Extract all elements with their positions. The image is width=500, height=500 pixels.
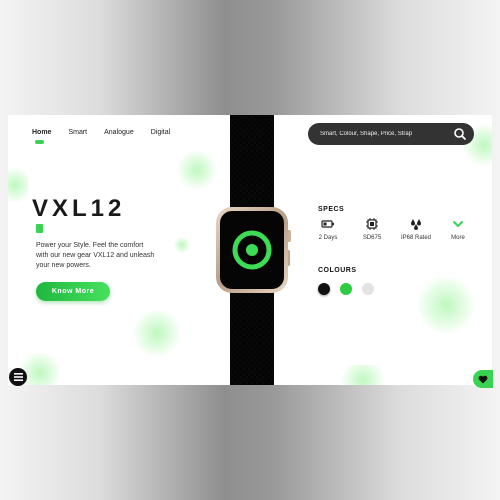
favorite-button[interactable] — [473, 370, 493, 388]
spec-water: IP68 Rated — [398, 217, 434, 241]
colour-swatch-green[interactable] — [340, 283, 352, 295]
background-top — [0, 0, 500, 115]
decorative-blob — [178, 151, 216, 189]
activity-ring-icon — [232, 230, 272, 270]
spec-chip: SD675 — [354, 217, 390, 241]
nav-item-analogue[interactable]: Analogue — [104, 129, 134, 136]
search-bar — [308, 123, 474, 145]
spec-label: IP68 Rated — [400, 235, 432, 241]
menu-icon — [13, 373, 23, 381]
specs-heading: SPECS — [318, 206, 345, 213]
nav-item-home[interactable]: Home — [32, 129, 51, 144]
product-description: Power your Style. Feel the comfort with … — [36, 242, 155, 269]
spec-label: 2 Days — [318, 235, 338, 241]
spec-label[interactable]: More — [440, 235, 476, 241]
search-icon[interactable] — [452, 126, 468, 142]
decorative-blob — [134, 310, 180, 356]
colours-heading: COLOURS — [318, 267, 357, 274]
decorative-blob — [8, 165, 28, 205]
know-more-button[interactable]: Know More — [36, 282, 110, 301]
battery-icon — [321, 220, 334, 228]
chip-icon — [366, 218, 378, 230]
spec-more[interactable]: More — [440, 217, 476, 241]
product-card: Home Smart Analogue Digital VXL12 Power … — [8, 115, 492, 385]
colour-swatch-white[interactable] — [362, 283, 374, 295]
colour-swatch-black[interactable] — [318, 283, 330, 295]
heart-icon — [478, 375, 488, 383]
chevron-down-icon[interactable] — [451, 217, 465, 231]
decorative-blob — [174, 237, 190, 253]
spec-battery: 2 Days — [310, 217, 346, 241]
decorative-blob — [418, 277, 474, 333]
background-bottom — [0, 385, 500, 500]
nav-item-smart[interactable]: Smart — [68, 129, 87, 136]
menu-button[interactable] — [9, 368, 27, 386]
decorative-blob — [338, 365, 388, 385]
water-drops-icon — [411, 219, 421, 230]
main-nav: Home Smart Analogue Digital — [32, 129, 187, 144]
spec-label: SD675 — [362, 235, 382, 241]
product-title: VXL12 — [32, 195, 126, 222]
title-accent-bar — [36, 224, 43, 233]
nav-item-digital[interactable]: Digital — [151, 129, 170, 136]
search-input[interactable] — [308, 130, 452, 138]
